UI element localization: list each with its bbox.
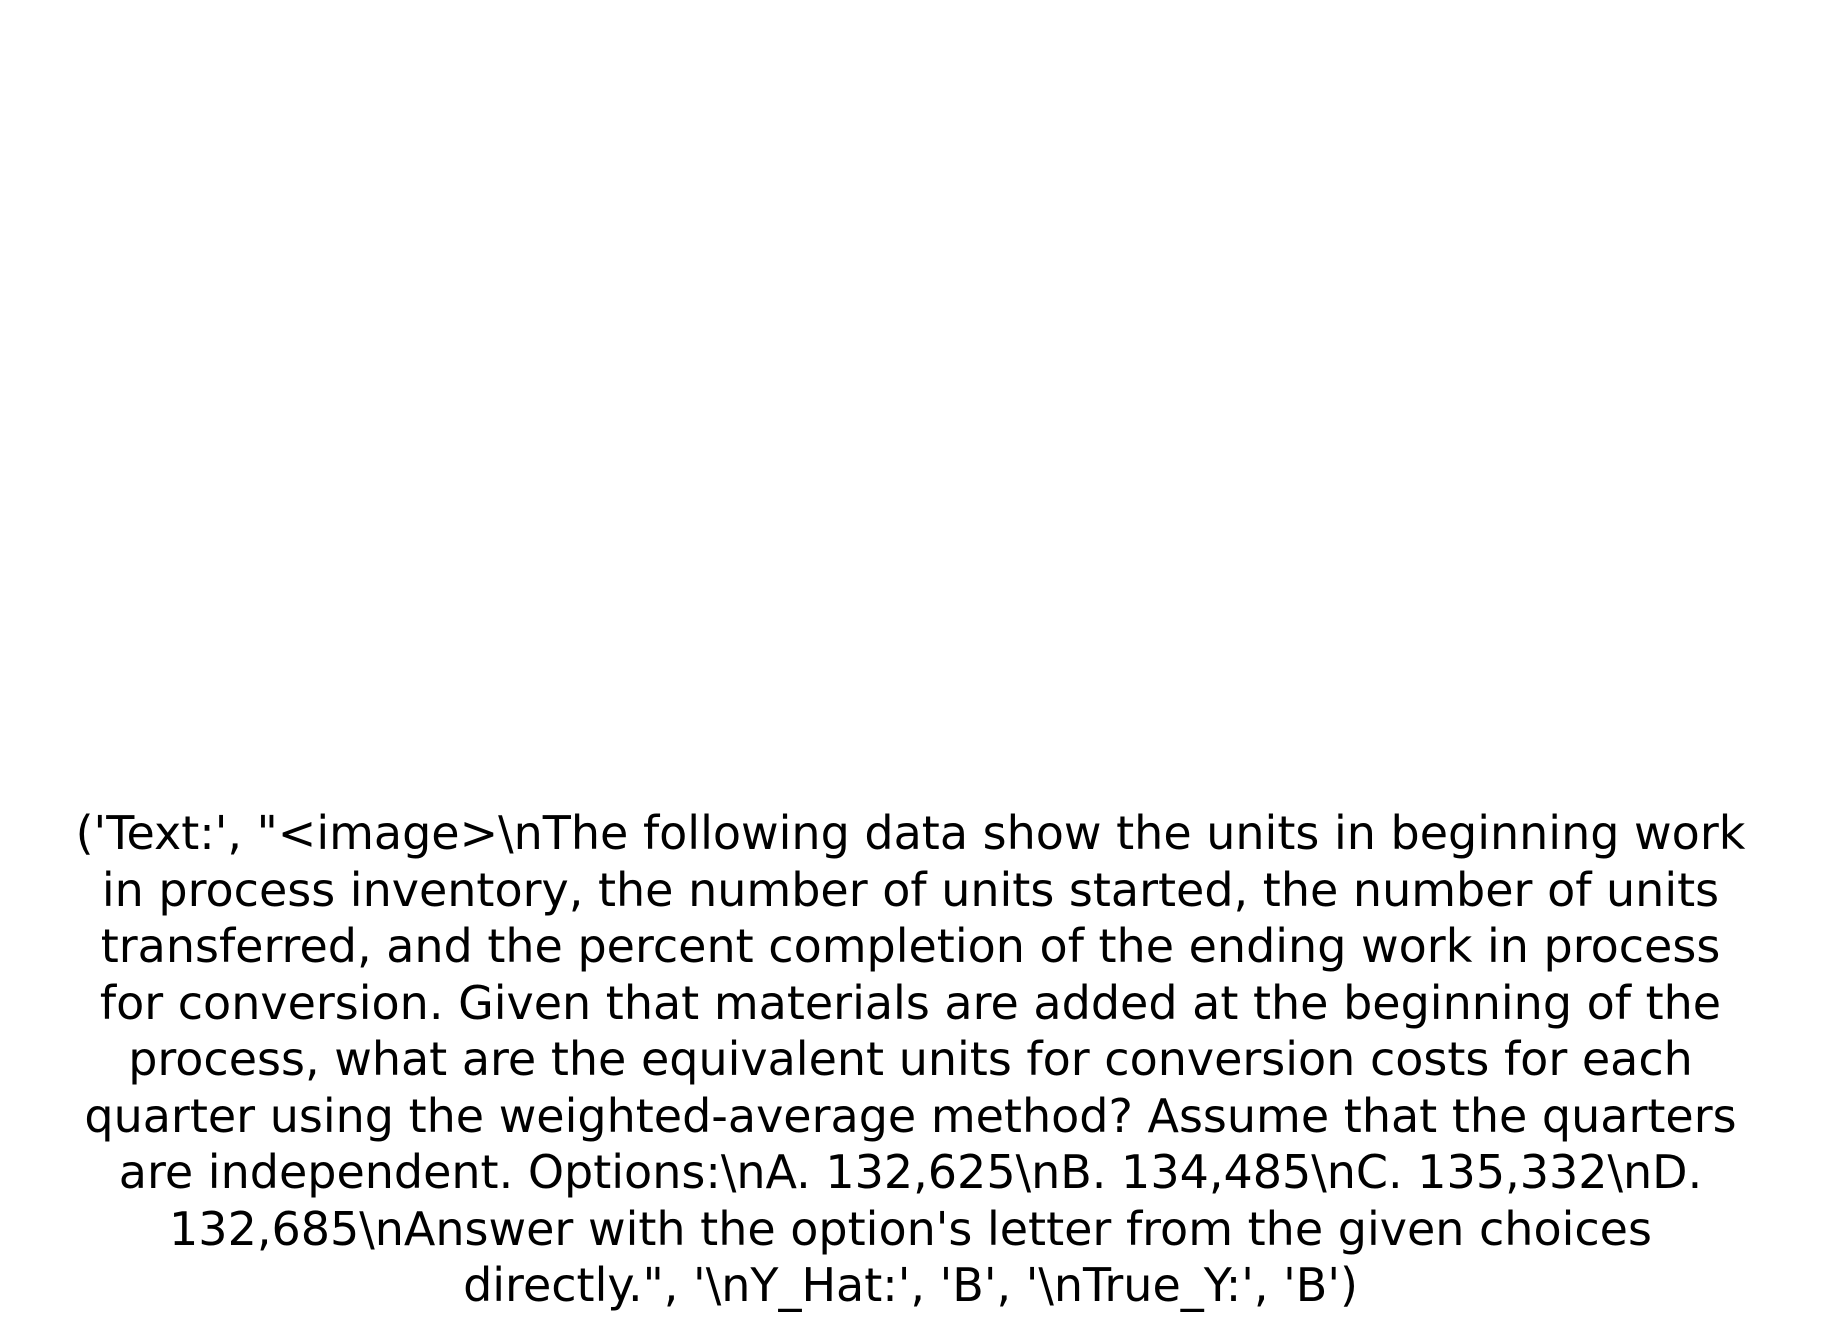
caption-line-3: transferred, and the percent completion …	[100, 919, 1721, 973]
caption-line-2: in process inventory, the number of unit…	[101, 862, 1720, 917]
caption-line-1: ('Text:', "<image>\nThe following data s…	[75, 806, 1746, 860]
caption-text-block: ('Text:', "<image>\nThe following data s…	[0, 805, 1821, 1314]
caption-line-5: process, what are the equivalent units f…	[128, 1032, 1693, 1086]
caption-line-8: 132,685\nAnswer with the option's letter…	[169, 1201, 1652, 1256]
caption-line-4: for conversion. Given that materials are…	[99, 975, 1722, 1030]
caption-line-7: are independent. Options:\nA. 132,625\nB…	[118, 1145, 1703, 1199]
caption-line-9: directly.", '\nY_Hat:', 'B', '\nTrue_Y:'…	[463, 1258, 1358, 1312]
caption-line-6: quarter using the weighted-average metho…	[84, 1088, 1737, 1143]
